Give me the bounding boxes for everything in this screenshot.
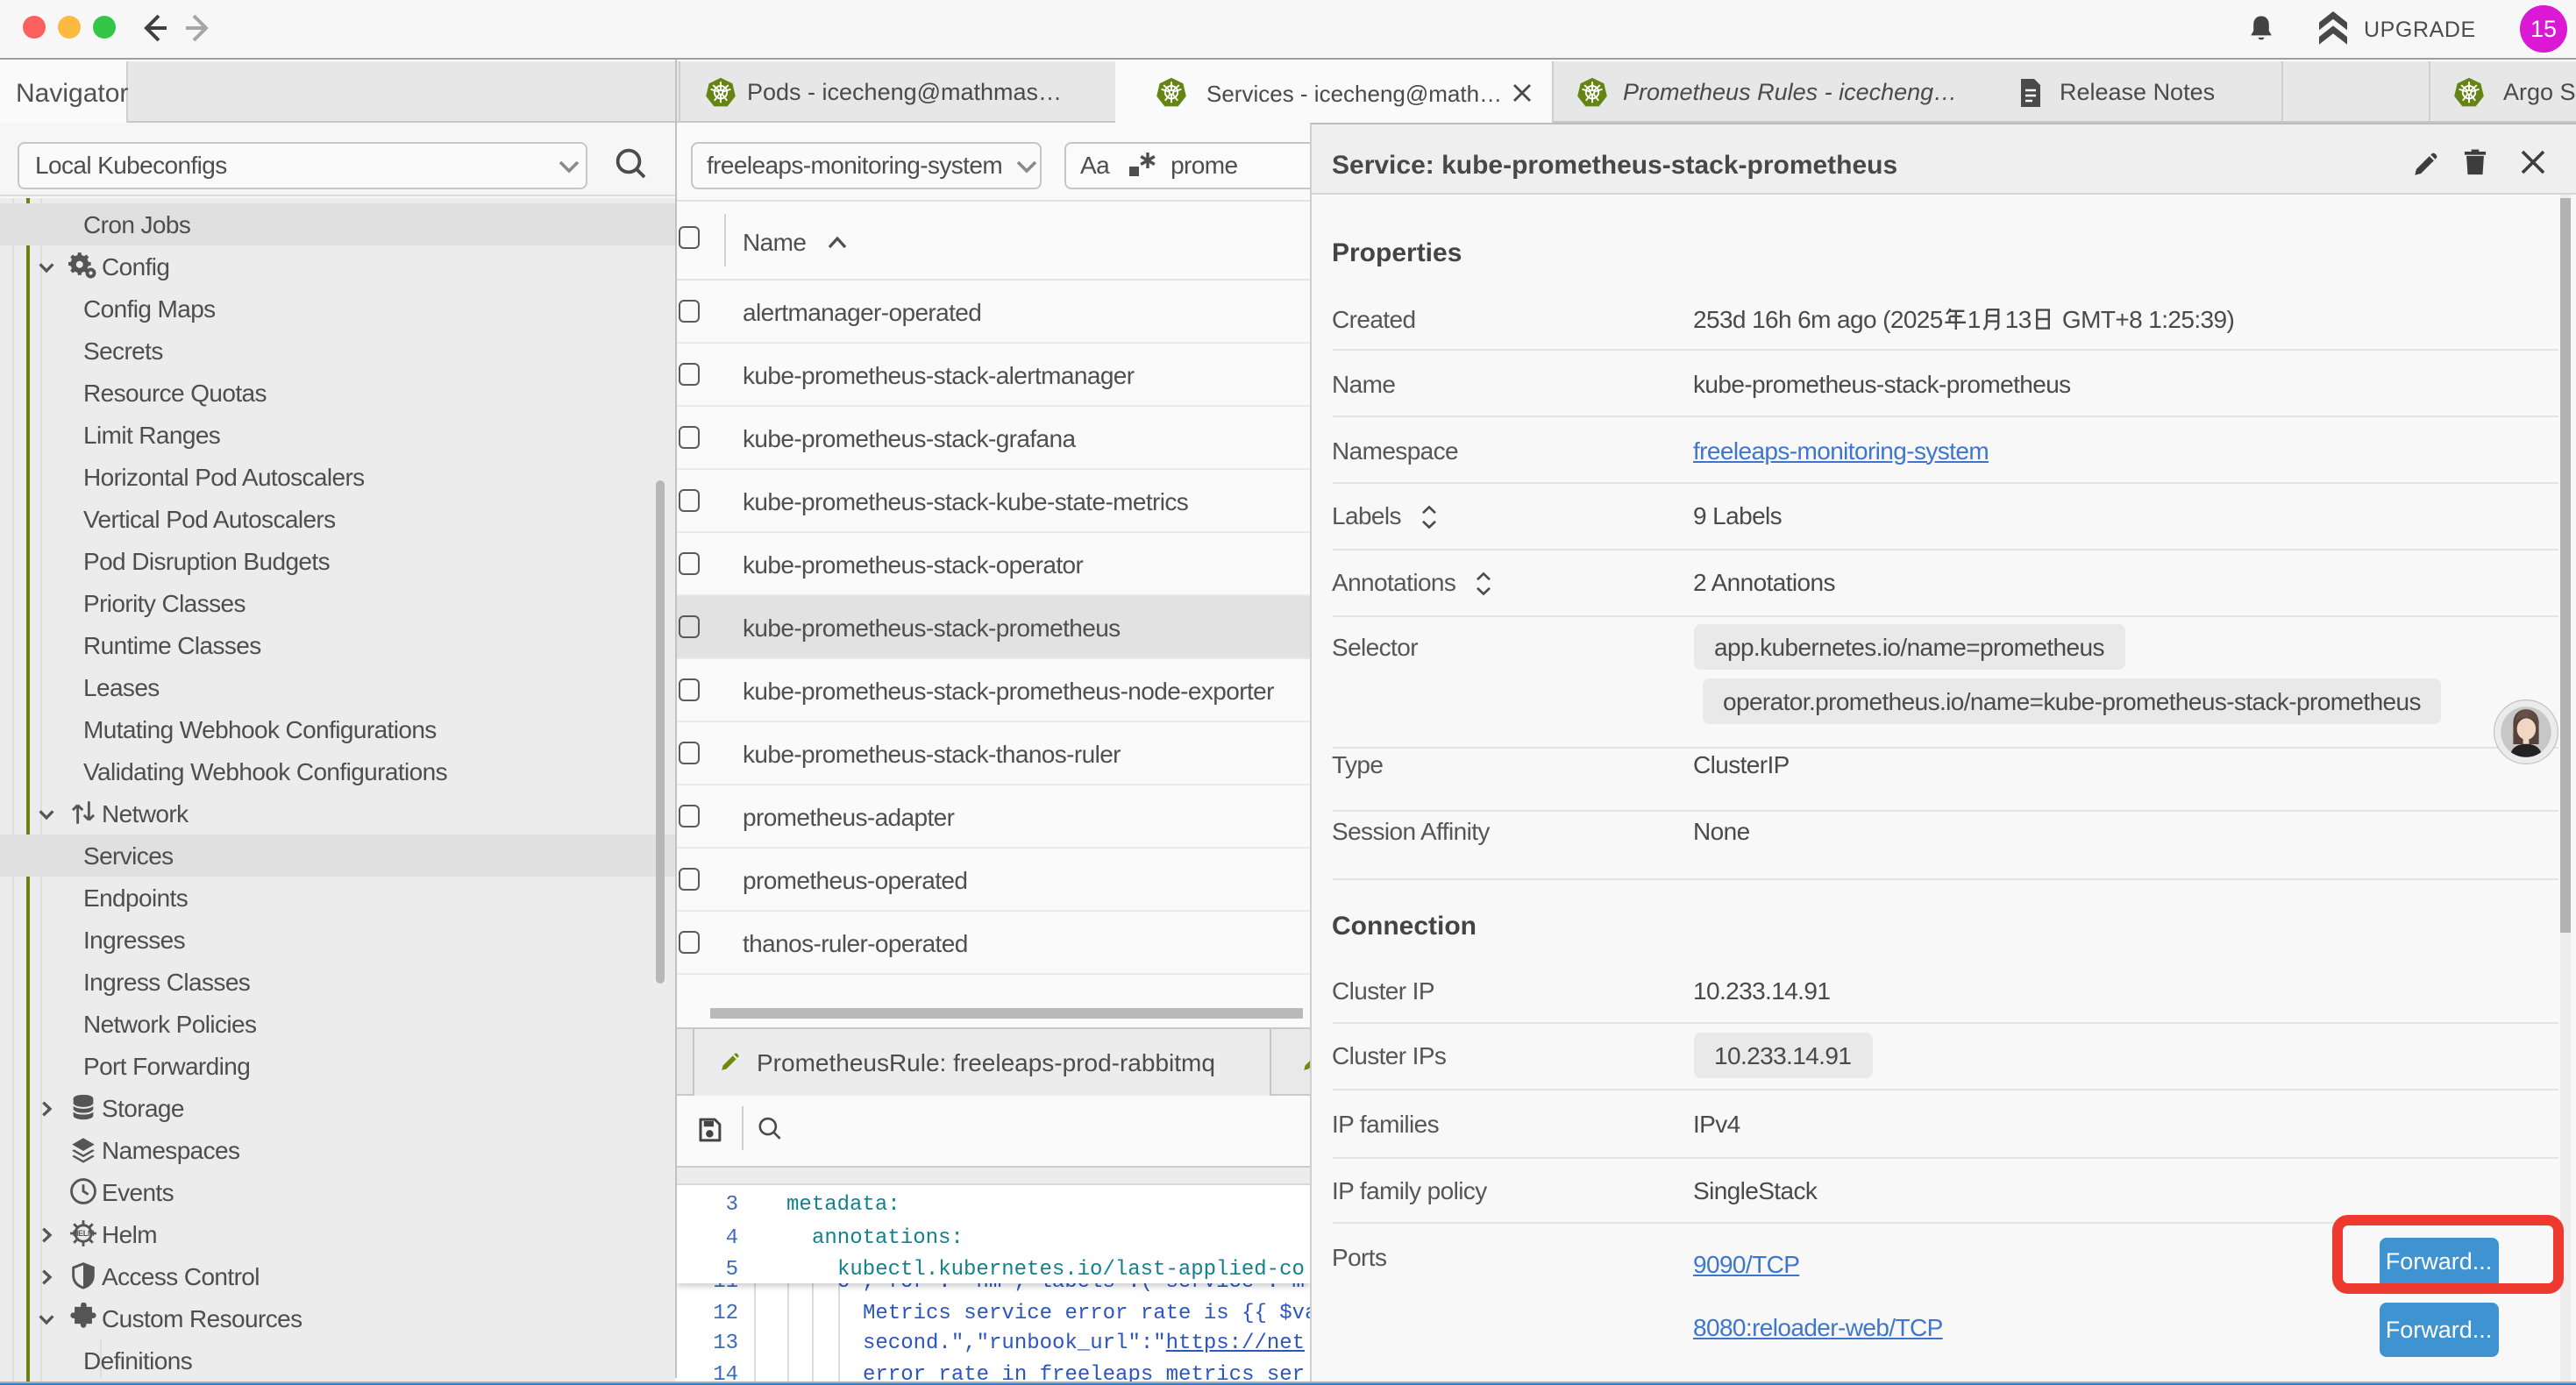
svg-text:HELM: HELM — [73, 1229, 95, 1238]
